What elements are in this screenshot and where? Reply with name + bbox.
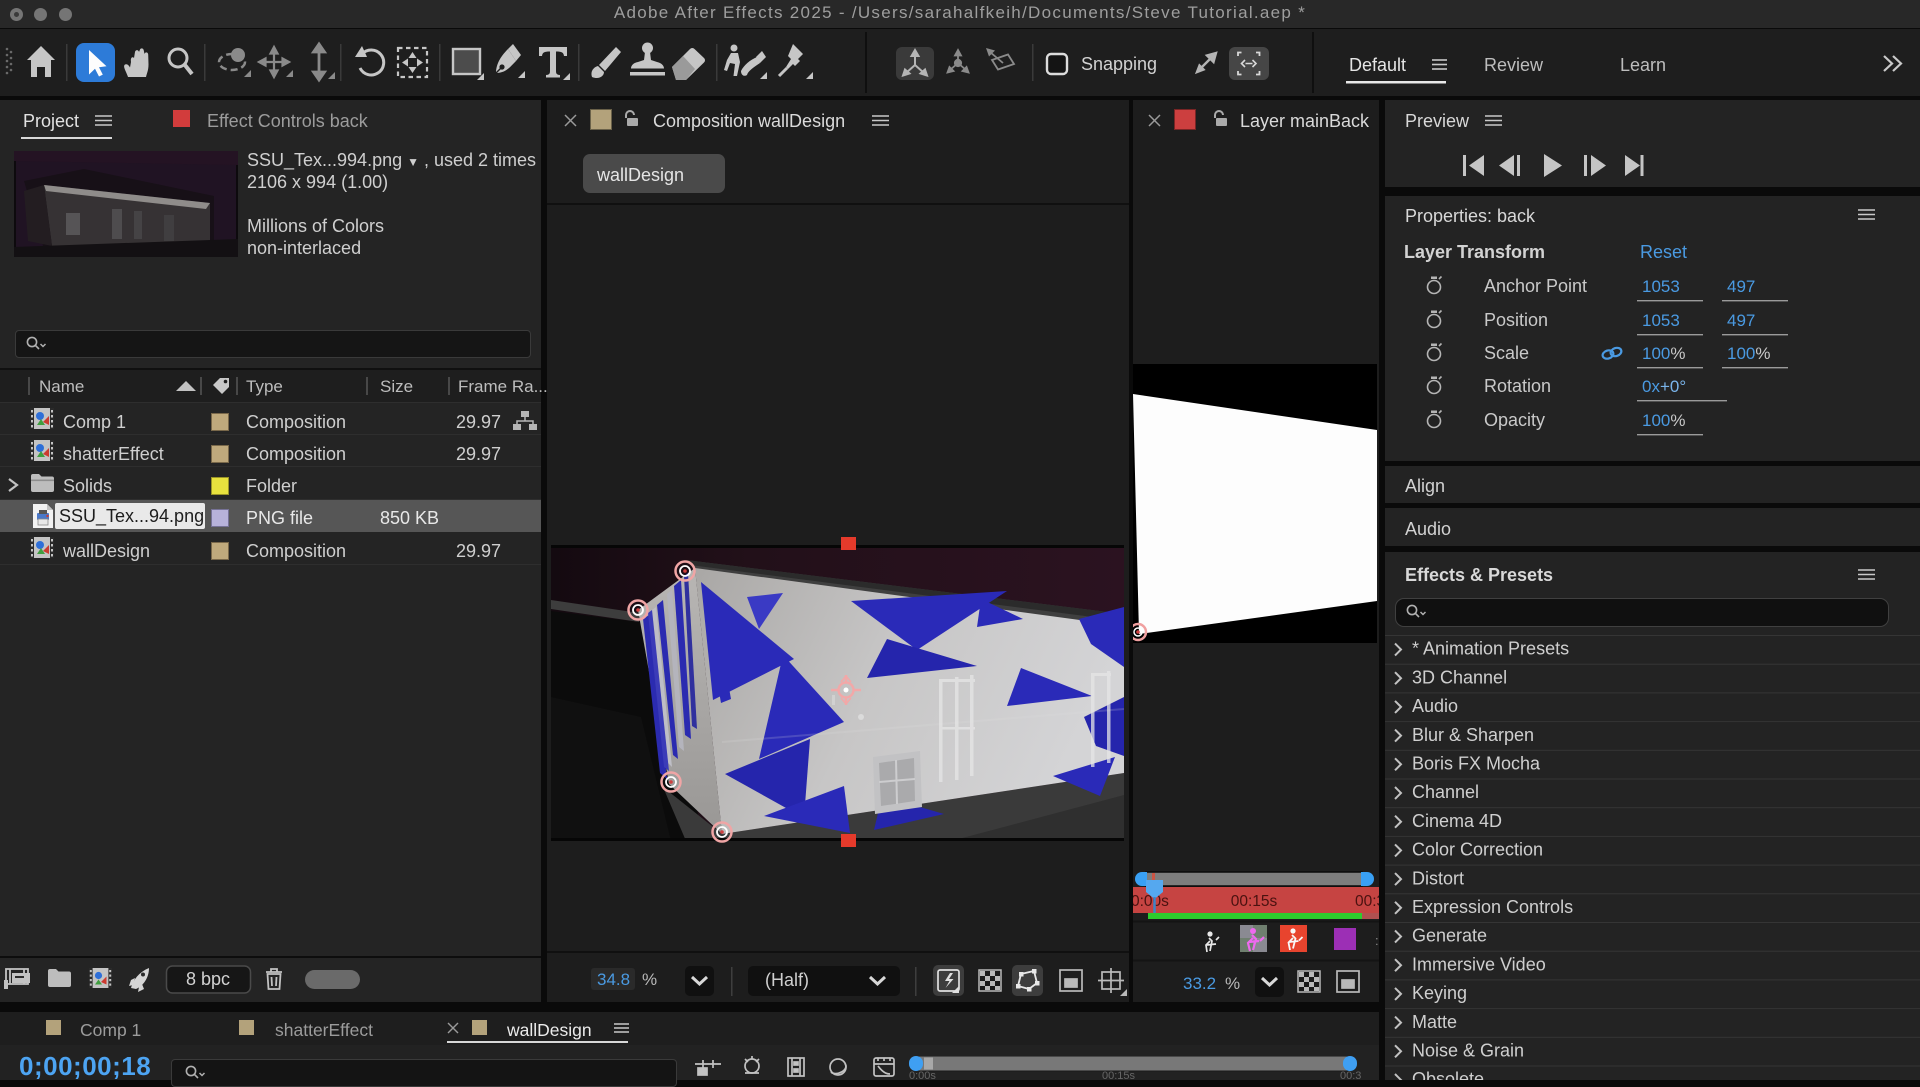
svg-text:100%: 100% [1642,411,1686,430]
svg-text:Cinema 4D: Cinema 4D [1412,811,1502,831]
svg-text:100%: 100% [1727,344,1771,363]
svg-text:1053: 1053 [1642,311,1680,330]
svg-text:Keying: Keying [1412,983,1467,1003]
svg-text:Scale: Scale [1484,343,1529,363]
svg-text:34.8: 34.8 [597,970,630,989]
svg-text:497: 497 [1727,311,1755,330]
svg-text:3D Channel: 3D Channel [1412,667,1507,687]
svg-text:Immersive Video: Immersive Video [1412,954,1546,974]
svg-text:00:30: 00:30 [1355,893,1379,910]
svg-text:%: % [1225,974,1240,993]
svg-text:Noise & Grain: Noise & Grain [1412,1041,1524,1061]
svg-text:33.2: 33.2 [1183,974,1216,993]
svg-text:Boris FX Mocha: Boris FX Mocha [1412,754,1541,774]
svg-text:Expression Controls: Expression Controls [1412,897,1573,917]
svg-text:Generate: Generate [1412,926,1487,946]
svg-text:Obsolete: Obsolete [1412,1069,1484,1080]
svg-text:Rotation: Rotation [1484,376,1551,396]
svg-text:Audio: Audio [1412,696,1458,716]
svg-text:0x+0°: 0x+0° [1642,377,1686,396]
svg-text:Matte: Matte [1412,1012,1457,1032]
svg-text:Blur & Sharpen: Blur & Sharpen [1412,725,1534,745]
svg-text:Learn: Learn [1620,55,1666,75]
svg-text:100%: 100% [1642,344,1686,363]
svg-text:00:15s: 00:15s [1231,893,1278,910]
svg-text:(Half): (Half) [765,970,809,990]
svg-text:%: % [642,970,657,989]
svg-text:Snapping: Snapping [1081,54,1157,74]
svg-text:Opacity: Opacity [1484,410,1545,430]
svg-text:Anchor Point: Anchor Point [1484,276,1587,296]
svg-text:00:15s: 00:15s [1102,1070,1136,1080]
svg-text:497: 497 [1727,277,1755,296]
svg-text:Color Correction: Color Correction [1412,840,1543,860]
svg-text:1053: 1053 [1642,277,1680,296]
svg-text:0:00s: 0:00s [909,1070,936,1080]
svg-text:Default: Default [1349,55,1406,75]
svg-text::: : [1375,933,1379,948]
svg-text:Review: Review [1484,55,1544,75]
svg-text:Channel: Channel [1412,782,1479,802]
svg-text:Position: Position [1484,310,1548,330]
svg-text:Distort: Distort [1412,868,1464,888]
svg-text:8 bpc: 8 bpc [186,969,230,989]
svg-text:* Animation Presets: * Animation Presets [1412,639,1569,659]
svg-text:00:3: 00:3 [1340,1070,1361,1080]
